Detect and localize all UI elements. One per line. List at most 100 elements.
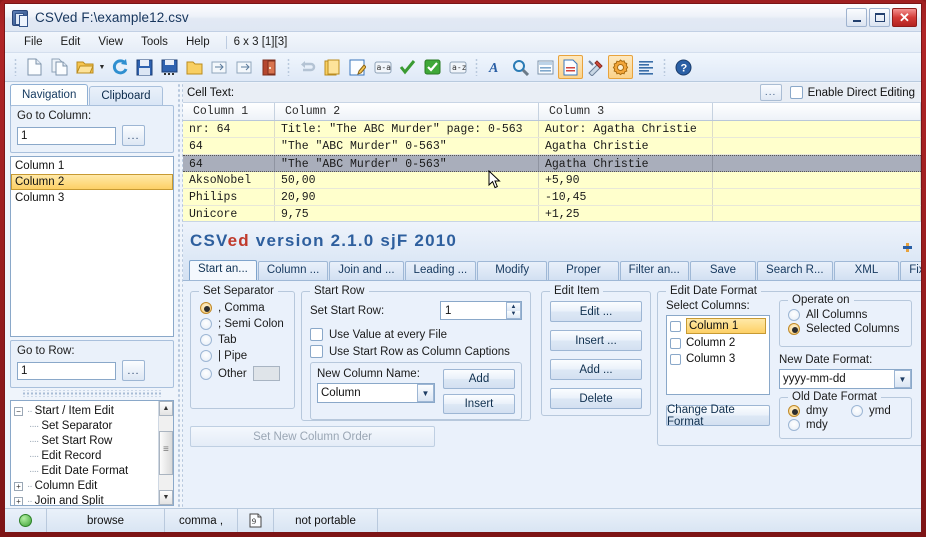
insert-item-button[interactable]: Insert ... <box>550 330 642 351</box>
edit-item-button[interactable]: Edit ... <box>550 301 642 322</box>
page-view-icon[interactable] <box>558 55 583 79</box>
set-new-column-order-button[interactable]: Set New Column Order <box>190 426 435 447</box>
tree-node-set-separator[interactable]: ···· Set Separator <box>14 419 156 434</box>
tab-fixed-le[interactable]: Fixed Le... <box>900 261 922 280</box>
help-icon[interactable]: ? <box>671 55 696 79</box>
grid-cell[interactable]: nr: 64 <box>183 121 275 137</box>
radio-icon[interactable] <box>788 405 800 417</box>
scroll-down-icon[interactable]: ▼ <box>159 490 173 505</box>
check-icon[interactable] <box>395 55 420 79</box>
radio-ymd[interactable]: ymd <box>851 405 891 417</box>
new-column-name-combo[interactable]: Column ▼ <box>317 383 435 403</box>
cell-text-input[interactable] <box>238 84 760 102</box>
list-item[interactable]: Column 3 <box>667 351 769 367</box>
grid-cell[interactable]: Autor: Agatha Christie <box>539 121 713 137</box>
chevron-down-icon[interactable]: ▼ <box>894 370 911 388</box>
use-start-row-captions-checkbox[interactable]: Use Start Row as Column Captions <box>310 345 522 358</box>
tab-proper[interactable]: Proper <box>548 261 619 280</box>
grid-cell[interactable]: -10,45 <box>539 189 713 205</box>
toolbar-grip-2[interactable] <box>287 58 290 76</box>
clipboard-icon[interactable] <box>320 55 345 79</box>
minimize-button[interactable] <box>846 8 867 27</box>
tree-node-set-start-row[interactable]: ···· Set Start Row <box>14 434 156 449</box>
panel-splitter-grip[interactable] <box>22 390 162 397</box>
open-folder-icon[interactable] <box>72 55 97 79</box>
checkbox-box[interactable] <box>670 321 681 332</box>
use-value-every-file-checkbox[interactable]: Use Value at every File <box>310 328 522 341</box>
tab-filter-and[interactable]: Filter an... <box>620 261 689 280</box>
save-as-icon[interactable] <box>157 55 182 79</box>
grid-cell[interactable] <box>713 189 921 205</box>
table-row[interactable]: Unicore 9,75 +1,25 <box>183 206 921 222</box>
menu-item-tools[interactable]: Tools <box>132 34 177 50</box>
change-date-format-button[interactable]: Change Date Format <box>666 405 770 426</box>
spinner-down-icon[interactable]: ▼ <box>507 311 520 319</box>
radio-other[interactable]: Other <box>200 366 294 381</box>
list-item[interactable]: Column 3 <box>11 190 173 206</box>
radio-icon[interactable] <box>200 350 212 362</box>
data-grid[interactable]: Column 1 Column 2 Column 3 nr: 64 Title:… <box>183 103 921 222</box>
radio-icon[interactable] <box>788 419 800 431</box>
grid-cell[interactable]: 20,90 <box>275 189 539 205</box>
other-separator-input[interactable] <box>253 366 280 381</box>
tools-icon[interactable] <box>583 55 608 79</box>
check-box-icon[interactable] <box>420 55 445 79</box>
cell-text-browse-button[interactable]: ... <box>760 84 782 101</box>
grid-cell[interactable]: +5,90 <box>539 172 713 188</box>
grid-cell[interactable]: 50,00 <box>275 172 539 188</box>
tree-node-join-and-split[interactable]: + ·· Join and Split <box>14 494 156 505</box>
replace-icon[interactable]: a-a <box>370 55 395 79</box>
tab-join-and[interactable]: Join and ... <box>329 261 403 280</box>
radio-dmy[interactable]: dmy <box>788 405 851 417</box>
maximize-button[interactable] <box>869 8 890 27</box>
grid-cell[interactable] <box>713 156 921 171</box>
tree-node-edit-record[interactable]: ···· Edit Record <box>14 449 156 464</box>
function-tree[interactable]: − ·· Start / Item Edit ···· Set Separato… <box>10 400 174 506</box>
grid-cell[interactable]: AksoNobel <box>183 172 275 188</box>
table-row[interactable]: Philips 20,90 -10,45 <box>183 189 921 206</box>
radio-pipe[interactable]: | Pipe <box>200 350 294 362</box>
dropdown-caret-icon[interactable]: ▼ <box>97 64 107 71</box>
grid-cell[interactable]: Agatha Christie <box>539 156 713 171</box>
grid-cell[interactable]: "The "ABC Murder" 0-563" <box>275 156 539 171</box>
go-to-row-input[interactable] <box>17 362 116 380</box>
list-item[interactable]: Column 1 <box>11 158 173 174</box>
grid-cell[interactable]: +1,25 <box>539 206 713 222</box>
go-to-column-input[interactable] <box>17 127 116 145</box>
tab-save[interactable]: Save <box>690 261 756 280</box>
tab-modify[interactable]: Modify <box>477 261 547 280</box>
grid-cell[interactable] <box>713 138 921 154</box>
grid-cell[interactable]: Agatha Christie <box>539 138 713 154</box>
radio-semicolon[interactable]: ; Semi Colon <box>200 318 294 330</box>
collapse-icon[interactable]: − <box>14 407 23 416</box>
checkbox-box[interactable] <box>310 328 323 341</box>
search-icon[interactable] <box>508 55 533 79</box>
grid-cell[interactable] <box>713 172 921 188</box>
column-list[interactable]: Column 1 Column 2 Column 3 <box>10 156 174 337</box>
sort-az-icon[interactable]: a-z <box>445 55 470 79</box>
tab-start-and[interactable]: Start an... <box>189 260 257 280</box>
undo-icon[interactable] <box>295 55 320 79</box>
menu-item-file[interactable]: File <box>15 34 52 50</box>
menu-item-view[interactable]: View <box>89 34 132 50</box>
grid-cell[interactable]: Philips <box>183 189 275 205</box>
tab-leading[interactable]: Leading ... <box>405 261 477 280</box>
add-item-button[interactable]: Add ... <box>550 359 642 380</box>
export-icon[interactable] <box>232 55 257 79</box>
toolbar-grip-3[interactable] <box>475 58 478 76</box>
grid-cell[interactable] <box>713 206 921 222</box>
grid-cell[interactable]: 64 <box>183 156 275 171</box>
expand-icon[interactable]: + <box>14 482 23 491</box>
new-file-icon[interactable] <box>22 55 47 79</box>
import-icon[interactable] <box>207 55 232 79</box>
lines-icon[interactable] <box>633 55 658 79</box>
go-to-row-browse-button[interactable]: ... <box>122 360 145 381</box>
tab-xml[interactable]: XML <box>834 261 900 280</box>
grid-cell[interactable]: 64 <box>183 138 275 154</box>
menu-item-help[interactable]: Help <box>177 34 219 50</box>
exit-door-icon[interactable] <box>257 55 282 79</box>
chevron-down-icon[interactable]: ▼ <box>417 384 434 402</box>
grid-header-cell[interactable]: Column 1 <box>183 103 275 120</box>
tab-column[interactable]: Column ... <box>258 261 328 280</box>
list-item[interactable]: Column 2 <box>11 174 173 190</box>
